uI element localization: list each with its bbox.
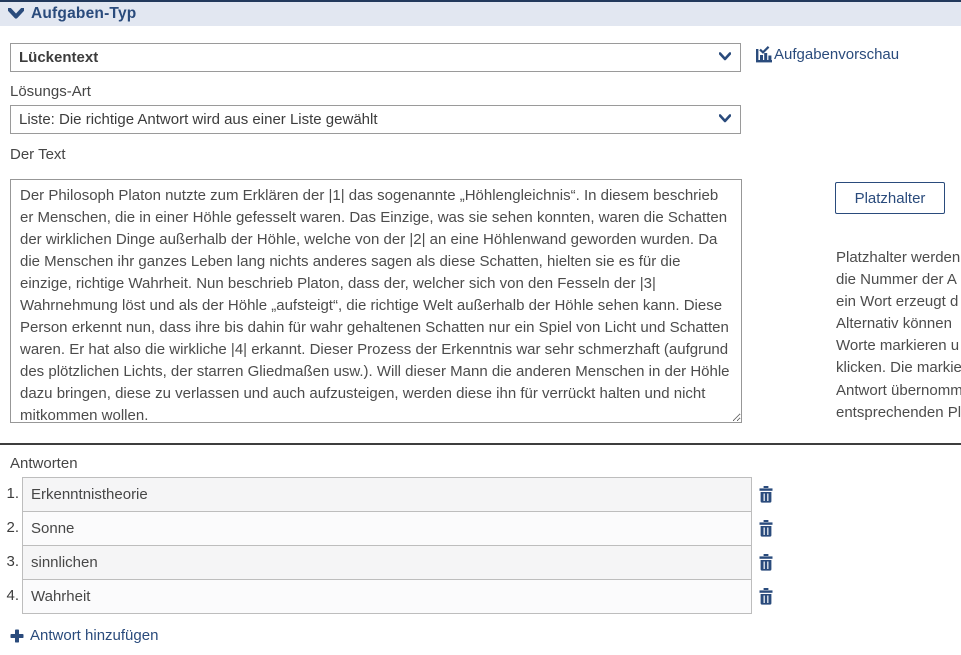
solution-type-select[interactable]: Liste: Die richtige Antwort wird aus ein… [10, 105, 741, 134]
placeholder-description-line: entsprechenden Pl [836, 402, 961, 424]
answer-number: 4. [0, 587, 19, 604]
answer-input-1[interactable] [22, 477, 752, 512]
trash-icon[interactable] [759, 588, 773, 605]
answer-input-3[interactable] [22, 545, 752, 580]
chart-check-icon [755, 46, 773, 63]
trash-icon[interactable] [759, 486, 773, 503]
placeholder-description-line: ein Wort erzeugt d [836, 291, 961, 313]
answer-number: 3. [0, 553, 19, 570]
add-answer-label: Antwort hinzufügen [30, 627, 158, 644]
solution-type-label: Lösungs-Art [10, 83, 91, 100]
task-preview-label: Aufgabenvorschau [774, 46, 899, 63]
task-type-select[interactable]: Lückentext [10, 43, 741, 72]
trash-icon[interactable] [759, 554, 773, 571]
placeholder-description-line: klicken. Die markie [836, 357, 961, 379]
text-section-label: Der Text [10, 146, 66, 163]
placeholder-description: Platzhalter werden die Nummer der A ein … [836, 247, 961, 424]
answer-input-4[interactable] [22, 579, 752, 614]
answer-input-2[interactable] [22, 511, 752, 546]
task-type-select-wrap: Lückentext [10, 43, 741, 72]
placeholder-description-line: Worte markieren u [836, 335, 961, 357]
solution-type-select-wrap: Liste: Die richtige Antwort wird aus ein… [10, 105, 741, 134]
add-answer-link[interactable]: Antwort hinzufügen [10, 627, 158, 644]
placeholder-button[interactable]: Platzhalter [835, 182, 945, 214]
plus-icon [10, 629, 24, 643]
chevron-down-icon[interactable] [8, 8, 24, 20]
gap-text-editor[interactable]: Der Philosoph Platon nutzte zum Erklären… [10, 179, 742, 423]
section-title: Aufgaben-Typ [31, 5, 136, 23]
placeholder-description-line: Alternativ können [836, 313, 961, 335]
answers-label: Antworten [10, 455, 78, 472]
section-divider [0, 443, 961, 445]
answer-number: 1. [0, 485, 19, 502]
answer-number: 2. [0, 519, 19, 536]
task-type-panel: Aufgaben-Typ Lückentext Aufgabenvorschau… [0, 0, 961, 655]
placeholder-description-line: Antwort übernomm [836, 380, 961, 402]
trash-icon[interactable] [759, 520, 773, 537]
section-header[interactable]: Aufgaben-Typ [0, 0, 961, 26]
task-preview-link[interactable]: Aufgabenvorschau [755, 46, 899, 63]
placeholder-description-line: Platzhalter werden [836, 247, 961, 269]
placeholder-description-line: die Nummer der A [836, 269, 961, 291]
